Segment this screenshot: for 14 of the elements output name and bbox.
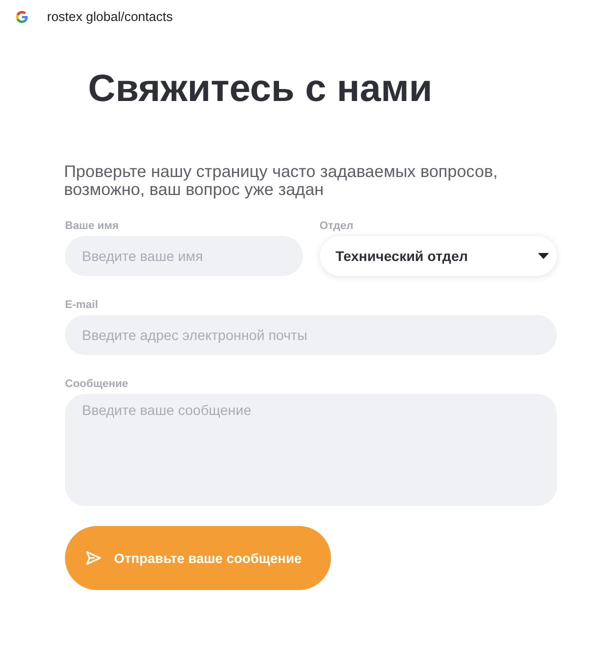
field-label: Сообщение — [65, 377, 128, 391]
field-label: Ваше имя — [65, 219, 119, 233]
google-g-logo-icon — [16, 11, 28, 23]
caret-icon — [538, 253, 549, 259]
department-select[interactable]: Технический отдел — [320, 236, 557, 276]
field-label: E-mail — [65, 298, 98, 312]
message-field[interactable]: Введите ваше сообщение — [65, 394, 557, 506]
send-icon — [86, 551, 101, 565]
intro-text: Проверьте нашу страницу часто задаваемых вопросов, возможно, ваш вопрос уже задан — [64, 163, 499, 199]
input-field[interactable]: Введите адрес электронной почты — [65, 315, 557, 355]
field-label: Отдел — [320, 219, 354, 233]
input-field[interactable]: Введите ваше имя — [65, 236, 302, 276]
page-heading: Свяжитесь с нами — [88, 67, 432, 111]
page-url: rostex global/contacts — [47, 9, 173, 25]
